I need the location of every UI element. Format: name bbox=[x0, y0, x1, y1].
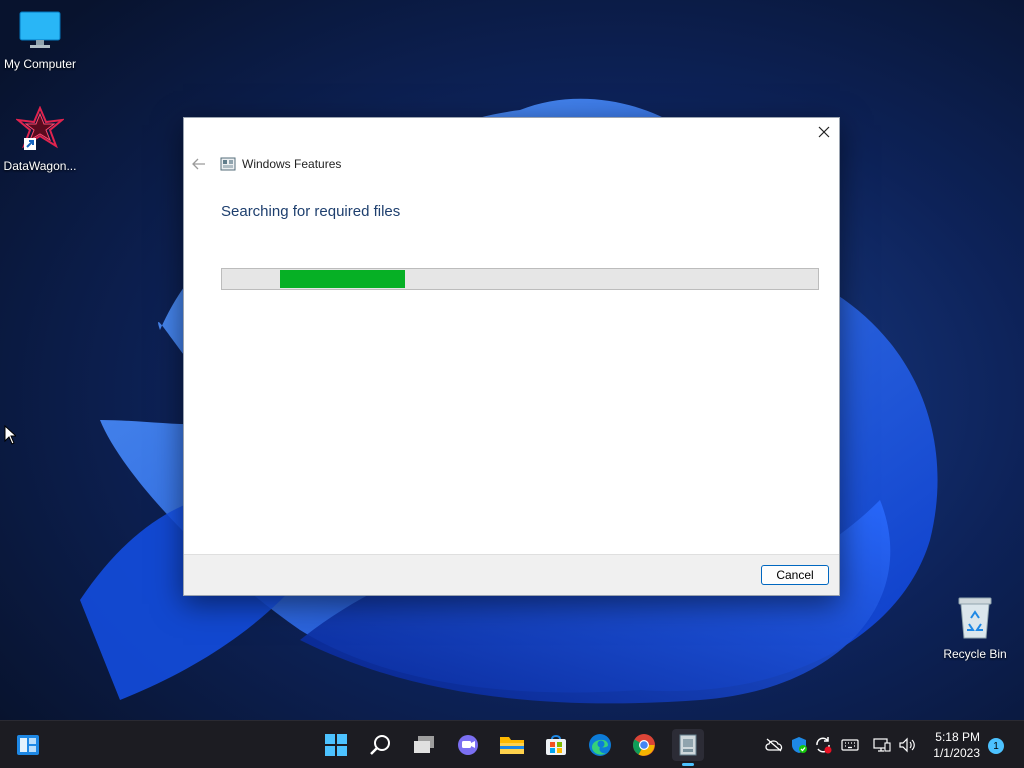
security-tray-button[interactable] bbox=[789, 735, 809, 755]
widgets-icon bbox=[17, 735, 39, 755]
notification-badge[interactable]: 1 bbox=[988, 738, 1004, 754]
windows-start-icon bbox=[325, 734, 347, 756]
desktop-icon-label: My Computer bbox=[3, 57, 77, 71]
cancel-button[interactable]: Cancel bbox=[761, 565, 829, 585]
sync-icon bbox=[816, 737, 832, 754]
taskbar: 5:18 PM 1/1/2023 1 bbox=[0, 720, 1024, 768]
dialog-footer: Cancel bbox=[184, 554, 839, 595]
desktop-icon-label: DataWagon... bbox=[3, 159, 77, 173]
datawagon-shortcut-icon bbox=[14, 105, 66, 150]
file-explorer-icon bbox=[500, 737, 524, 754]
mouse-cursor-icon bbox=[4, 425, 16, 445]
edge-button[interactable] bbox=[584, 729, 616, 761]
microsoft-store-icon bbox=[546, 735, 566, 755]
back-arrow-icon bbox=[192, 158, 205, 170]
network-tray-button[interactable] bbox=[872, 735, 892, 755]
speaker-icon bbox=[899, 737, 915, 753]
edge-icon bbox=[589, 734, 611, 756]
sync-tray-button[interactable] bbox=[813, 735, 833, 755]
clock-time: 5:18 PM bbox=[935, 730, 980, 744]
file-explorer-button[interactable] bbox=[496, 729, 528, 761]
progress-bar-fill bbox=[280, 270, 405, 288]
desktop-icon-datawagon[interactable]: DataWagon... bbox=[0, 105, 80, 173]
search-icon bbox=[370, 735, 390, 755]
status-heading: Searching for required files bbox=[221, 203, 401, 220]
task-view-icon bbox=[414, 736, 434, 753]
volume-tray-button[interactable] bbox=[897, 735, 917, 755]
start-button[interactable] bbox=[320, 729, 352, 761]
windows-features-app-icon bbox=[220, 157, 236, 171]
recycle-bin-icon bbox=[958, 597, 992, 639]
dialog-title: Windows Features bbox=[242, 157, 342, 171]
windows-features-dialog: Windows Features Searching for required … bbox=[183, 117, 840, 596]
keyboard-tray-button[interactable] bbox=[840, 735, 860, 755]
onedrive-tray-button[interactable] bbox=[764, 735, 784, 755]
dialog-title-row: Windows Features bbox=[192, 154, 341, 174]
shield-icon bbox=[792, 737, 807, 753]
microsoft-store-button[interactable] bbox=[540, 729, 572, 761]
progress-bar bbox=[221, 268, 819, 290]
windows-features-icon bbox=[679, 734, 697, 756]
desktop-icon-recycle-bin[interactable]: Recycle Bin bbox=[935, 596, 1015, 661]
windows-features-taskbar-button[interactable] bbox=[672, 729, 704, 761]
back-button[interactable] bbox=[192, 157, 206, 171]
close-button[interactable] bbox=[809, 118, 839, 146]
cloud-offline-icon bbox=[765, 738, 783, 752]
desktop-icon-my-computer[interactable]: My Computer bbox=[0, 10, 80, 71]
search-button[interactable] bbox=[364, 729, 396, 761]
keyboard-icon bbox=[841, 739, 859, 751]
close-icon bbox=[818, 126, 830, 138]
active-app-indicator bbox=[682, 763, 694, 766]
chrome-icon bbox=[633, 734, 655, 756]
clock-date: 1/1/2023 bbox=[933, 746, 980, 760]
chrome-button[interactable] bbox=[628, 729, 660, 761]
widgets-button[interactable] bbox=[12, 729, 44, 761]
network-icon bbox=[873, 738, 891, 752]
taskbar-clock[interactable]: 5:18 PM 1/1/2023 bbox=[933, 729, 980, 761]
task-view-button[interactable] bbox=[408, 729, 440, 761]
monitor-icon bbox=[19, 11, 61, 48]
chat-icon bbox=[458, 735, 478, 755]
desktop-icon-label: Recycle Bin bbox=[943, 647, 1007, 661]
chat-button[interactable] bbox=[452, 729, 484, 761]
